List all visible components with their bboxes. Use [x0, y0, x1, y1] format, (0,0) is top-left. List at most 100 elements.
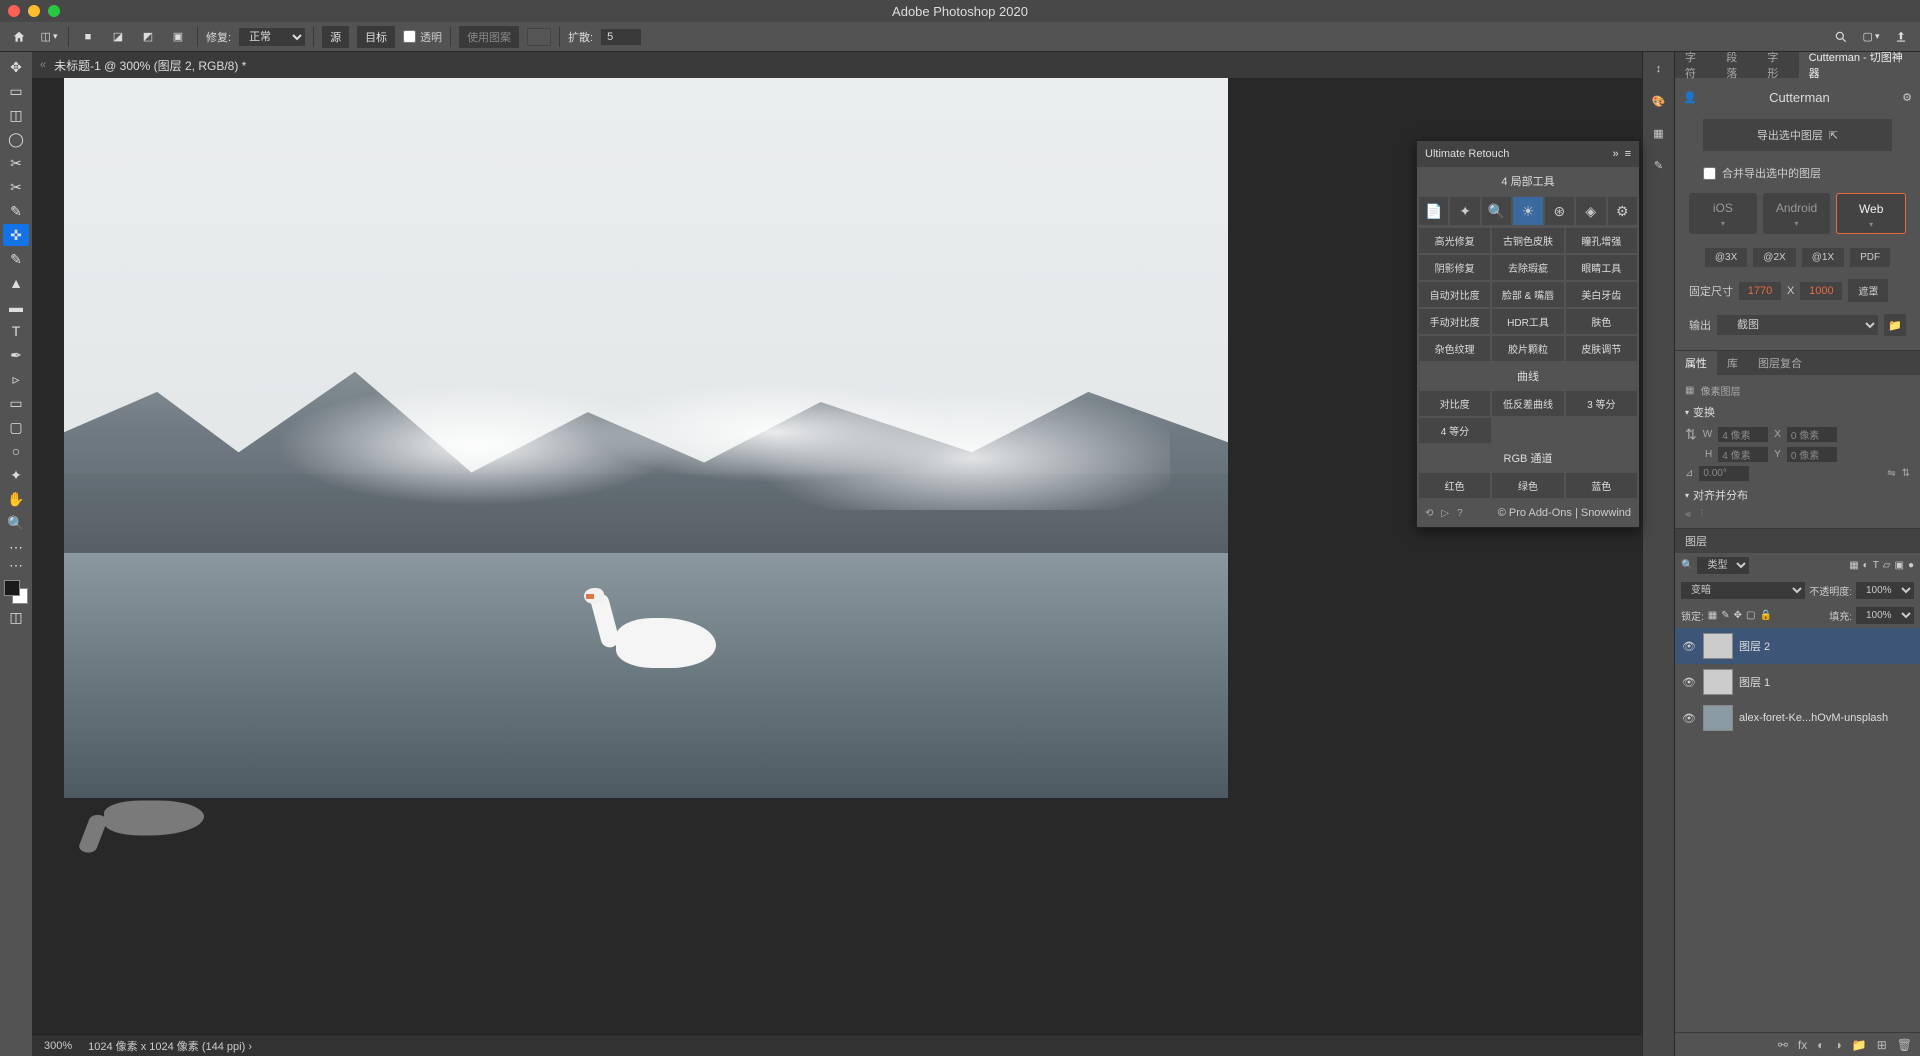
patch-tool[interactable]: ✜: [3, 224, 29, 246]
zoom-level[interactable]: 300%: [44, 1040, 72, 1052]
new-layer-icon[interactable]: ⊞: [1877, 1038, 1887, 1052]
panel-header[interactable]: Ultimate Retouch » ≡: [1417, 141, 1639, 167]
color-panel-icon[interactable]: 🎨: [1650, 92, 1668, 110]
layers-tab[interactable]: 图层: [1675, 529, 1920, 553]
tool-icon-2[interactable]: ✦: [1450, 197, 1479, 225]
swatches-panel-icon[interactable]: ▦: [1650, 124, 1668, 142]
history-panel-icon[interactable]: ↕: [1650, 60, 1668, 78]
diffusion-input[interactable]: [601, 29, 641, 45]
layer-thumbnail[interactable]: [1703, 705, 1733, 731]
layer-name[interactable]: 图层 2: [1739, 638, 1770, 654]
visibility-toggle[interactable]: 👁: [1681, 640, 1697, 653]
rgb-blue[interactable]: 蓝色: [1566, 473, 1637, 498]
tab-cutterman[interactable]: Cutterman - 切图神器: [1799, 52, 1920, 78]
x-input[interactable]: [1787, 427, 1837, 442]
layer-name[interactable]: alex-foret-Ke...hOvM-unsplash: [1739, 712, 1888, 724]
panel-menu-icon[interactable]: ≡: [1625, 148, 1631, 160]
layer-thumbnail[interactable]: [1703, 669, 1733, 695]
fill-select[interactable]: 100%: [1856, 607, 1914, 624]
retouch-button[interactable]: 高光修复: [1419, 228, 1490, 253]
play-icon[interactable]: ▷: [1441, 508, 1449, 519]
platform-web[interactable]: Web▾: [1836, 193, 1906, 234]
edit-toolbar[interactable]: ⋯: [3, 536, 29, 558]
output-mode-select[interactable]: 截图: [1717, 315, 1878, 335]
layer-thumbnail[interactable]: [1703, 633, 1733, 659]
lasso-tool[interactable]: ◯: [3, 128, 29, 150]
add-selection-icon[interactable]: ◪: [107, 26, 129, 48]
target-button[interactable]: 目标: [357, 26, 395, 48]
filter-toggle-icon[interactable]: ●: [1908, 560, 1914, 571]
canvas-viewport[interactable]: [32, 78, 1642, 1034]
tool-icon-4[interactable]: ☀: [1513, 197, 1542, 225]
size-3x[interactable]: @3X: [1705, 248, 1747, 267]
transparent-checkbox[interactable]: 透明: [403, 29, 442, 45]
retouch-button[interactable]: 去除瑕疵: [1492, 255, 1563, 280]
zoom-tool[interactable]: 🔍: [3, 512, 29, 534]
platform-ios[interactable]: iOS▾: [1689, 193, 1757, 234]
lock-paint-icon[interactable]: ✎: [1721, 610, 1729, 621]
retouch-button[interactable]: 瞳孔增强: [1566, 228, 1637, 253]
filter-smart-icon[interactable]: ▣: [1895, 560, 1904, 571]
retouch-button[interactable]: 肤色: [1566, 309, 1637, 334]
new-selection-icon[interactable]: ■: [77, 26, 99, 48]
close-window-button[interactable]: [8, 5, 20, 17]
minimize-window-button[interactable]: [28, 5, 40, 17]
retouch-button[interactable]: HDR工具: [1492, 309, 1563, 334]
eyedropper-tool[interactable]: ✎: [3, 200, 29, 222]
w-input[interactable]: [1718, 427, 1768, 442]
align-left-icon[interactable]: ⫷: [1685, 509, 1691, 520]
width-input[interactable]: [1739, 282, 1781, 300]
lock-all-icon[interactable]: 🔒: [1759, 610, 1771, 621]
adjustment-icon[interactable]: ◑: [1835, 1038, 1842, 1052]
tool-icon-5[interactable]: ⊛: [1545, 197, 1574, 225]
home-icon[interactable]: [8, 26, 30, 48]
marquee-tool[interactable]: ◫: [3, 104, 29, 126]
workspace-icon[interactable]: ▢▾: [1860, 26, 1882, 48]
filter-icon[interactable]: 🔍: [1681, 560, 1693, 571]
tab-glyphs[interactable]: 字形: [1757, 52, 1798, 78]
quick-select-tool[interactable]: ✂: [3, 152, 29, 174]
brush-tool[interactable]: ✎: [3, 248, 29, 270]
retouch-button[interactable]: 阴影修复: [1419, 255, 1490, 280]
mask-icon[interactable]: ◐: [1817, 1038, 1824, 1052]
rgb-red[interactable]: 红色: [1419, 473, 1490, 498]
pen-tool[interactable]: ✒: [3, 344, 29, 366]
search-icon[interactable]: [1830, 26, 1852, 48]
retouch-button[interactable]: 眼睛工具: [1566, 255, 1637, 280]
refresh-icon[interactable]: ⟲: [1425, 508, 1433, 519]
filter-pixel-icon[interactable]: ▦: [1849, 560, 1858, 571]
tool-icon-7[interactable]: ⚙: [1608, 197, 1637, 225]
opacity-select[interactable]: 100%: [1856, 582, 1914, 599]
rounded-rect-tool[interactable]: ▢: [3, 416, 29, 438]
retouch-button[interactable]: 自动对比度: [1419, 282, 1490, 307]
clone-stamp-tool[interactable]: ▲: [3, 272, 29, 294]
retouch-button[interactable]: 美白牙齿: [1566, 282, 1637, 307]
rgb-green[interactable]: 绿色: [1492, 473, 1563, 498]
visibility-toggle[interactable]: 👁: [1681, 712, 1697, 725]
filter-type-icon[interactable]: T: [1873, 560, 1879, 571]
tool-preset-icon[interactable]: ◫▾: [38, 26, 60, 48]
filter-shape-icon[interactable]: ▱: [1883, 560, 1891, 571]
color-swatches[interactable]: [4, 580, 28, 604]
visibility-toggle[interactable]: 👁: [1681, 676, 1697, 689]
eraser-tool[interactable]: ▬: [3, 296, 29, 318]
tab-character[interactable]: 字符: [1675, 52, 1716, 78]
group-icon[interactable]: 📁: [1852, 1038, 1867, 1052]
platform-android[interactable]: Android▾: [1763, 193, 1831, 234]
height-input[interactable]: [1800, 282, 1842, 300]
retouch-button[interactable]: 手动对比度: [1419, 309, 1490, 334]
layer-item[interactable]: 👁 alex-foret-Ke...hOvM-unsplash: [1675, 700, 1920, 736]
tool-icon-6[interactable]: ◈: [1576, 197, 1605, 225]
curve-3-split[interactable]: 3 等分: [1566, 391, 1637, 416]
tool-icon-1[interactable]: 📄: [1419, 197, 1448, 225]
document-tab[interactable]: 未标题-1 @ 300% (图层 2, RGB/8) *: [46, 57, 258, 74]
align-section[interactable]: 对齐并分布: [1685, 483, 1910, 507]
tab-paragraph[interactable]: 段落: [1716, 52, 1757, 78]
custom-shape-tool[interactable]: ✦: [3, 464, 29, 486]
link-wh-icon[interactable]: ⇅: [1685, 426, 1697, 443]
move-tool[interactable]: ✥: [3, 56, 29, 78]
tab-layer-comps[interactable]: 图层复合: [1748, 351, 1812, 375]
quick-mask-icon[interactable]: ◫: [3, 606, 29, 628]
type-tool[interactable]: T: [3, 320, 29, 342]
lock-trans-icon[interactable]: ▦: [1708, 610, 1717, 621]
